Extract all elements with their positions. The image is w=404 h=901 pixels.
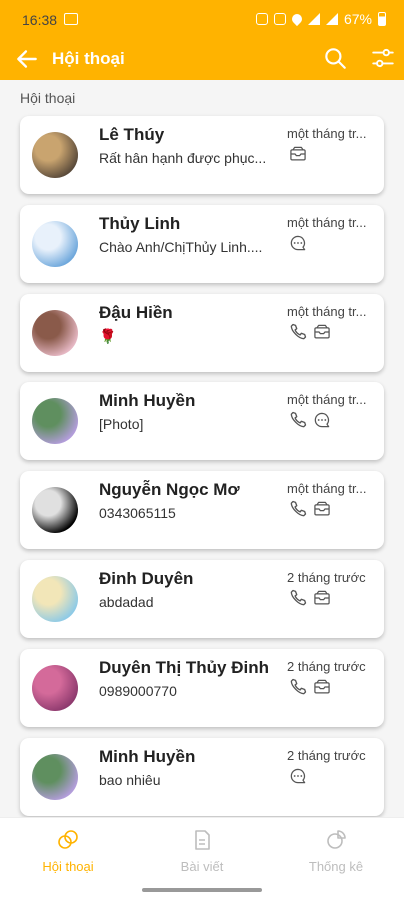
channel-icons	[288, 499, 332, 519]
channel-icons	[288, 588, 332, 608]
avatar	[32, 753, 78, 800]
page-title: Hội thoại	[52, 49, 125, 68]
avatar	[32, 220, 78, 267]
filter-icon[interactable]	[370, 45, 396, 71]
mail-icon	[314, 679, 330, 694]
last-message: 0343065115	[99, 505, 176, 522]
message-time: một tháng tr...	[287, 392, 367, 408]
battery-percent: 67%	[343, 11, 372, 27]
last-message: 🌹	[99, 327, 117, 344]
channel-icons	[288, 410, 332, 430]
message-time: 2 tháng trước	[287, 658, 366, 674]
phone-icon	[290, 412, 307, 428]
last-message: Chào Anh/ChịThủy Linh....	[99, 238, 263, 255]
conversation-item[interactable]: Đinh Duyên abdadad 2 tháng trước	[20, 559, 384, 638]
gallery-notification-icon	[64, 13, 78, 25]
conversation-item[interactable]: Duyên Thị Thủy Đinh 0989000770 2 tháng trư…	[20, 648, 384, 727]
contact-name: Duyên Thị Thủy Đinh	[99, 657, 269, 677]
phone-icon	[290, 678, 307, 695]
message-time: một tháng tr...	[287, 303, 367, 319]
message-time: một tháng tr...	[287, 126, 367, 141]
contact-name: Nguyễn Ngọc Mơ	[99, 480, 240, 500]
mail-icon	[314, 590, 330, 605]
phone-icon	[290, 589, 307, 606]
contact-name: Thủy Linh	[99, 213, 181, 233]
nav-tab-conversations[interactable]: Hội thoại	[8, 826, 128, 876]
back-arrow-icon[interactable]	[14, 46, 40, 72]
contact-name: Lê Thúy	[99, 125, 165, 144]
avatar	[32, 309, 78, 356]
nav-label: Thống kê	[308, 859, 364, 874]
nav-tab-posts[interactable]: Bài viết	[142, 826, 262, 876]
phone-icon	[290, 501, 307, 517]
avatar	[32, 132, 78, 178]
message-time: một tháng tr...	[287, 481, 367, 497]
document-icon	[195, 830, 210, 850]
avatar	[32, 398, 78, 445]
contact-name: Đậu Hiền	[99, 302, 173, 322]
conversation-item[interactable]: Thủy Linh Chào Anh/ChịThủy Linh.... một th…	[20, 204, 384, 283]
mail-icon	[314, 501, 330, 516]
last-message: [Photo]	[99, 416, 144, 433]
contact-name: Đinh Duyên	[99, 568, 194, 588]
contact-name: Minh Huyền	[99, 746, 196, 766]
message-time: 2 tháng trước	[287, 569, 366, 585]
avatar	[32, 487, 78, 534]
status-time: 16:38	[22, 12, 58, 28]
home-indicator	[142, 888, 262, 892]
mail-icon	[290, 146, 306, 161]
message-time: một tháng tr...	[287, 214, 367, 230]
conversation-item[interactable]: Lê Thúy Rất hân hạnh được phục... một thán…	[20, 116, 384, 194]
conversation-item[interactable]: Minh Huyền [Photo] một tháng tr...	[20, 382, 384, 461]
section-label: Hội thoại	[20, 90, 76, 106]
conversation-item[interactable]: Minh Huyền bao nhiêu 2 tháng trước	[20, 737, 384, 816]
chat-bubbles-icon	[58, 830, 78, 849]
nav-tab-statistics[interactable]: Thống kê	[276, 826, 396, 876]
message-time: 2 tháng trước	[287, 747, 366, 763]
contact-name: Minh Huyền	[99, 391, 196, 411]
channel-icons	[288, 322, 332, 342]
pie-chart-icon	[327, 830, 346, 849]
chat-icon	[290, 235, 306, 251]
wifi-icon	[307, 13, 320, 25]
last-message: Rất hân hạnh được phục...	[99, 150, 267, 166]
alarm-icon	[255, 13, 268, 25]
channel-icons	[288, 677, 332, 697]
last-message: abdadad	[99, 593, 154, 610]
channel-icons	[288, 233, 308, 253]
last-message: 0989000770	[99, 682, 177, 699]
battery-icon	[378, 12, 386, 26]
mail-icon	[314, 324, 330, 339]
chat-icon	[290, 768, 306, 783]
channel-icons	[288, 766, 308, 786]
app-bar: Hội thoại	[0, 38, 404, 80]
avatar	[32, 575, 78, 622]
location-icon	[289, 11, 305, 27]
chat-icon	[314, 413, 330, 428]
status-icons: 67%	[255, 11, 386, 27]
mute-icon	[273, 13, 286, 25]
conversation-item[interactable]: Đậu Hiền 🌹 một tháng tr...	[20, 293, 384, 372]
conversation-item[interactable]: Nguyễn Ngọc Mơ 0343065115 một tháng tr...	[20, 471, 384, 550]
avatar	[32, 664, 78, 711]
nav-label: Bài viết	[180, 859, 224, 874]
nav-label: Hội thoại	[42, 859, 94, 874]
channel-icons	[288, 144, 308, 164]
signal-icon	[325, 13, 338, 25]
phone-icon	[290, 323, 307, 339]
last-message: bao nhiêu	[99, 771, 161, 788]
status-bar: 16:38 67%	[0, 0, 404, 38]
search-icon[interactable]	[322, 45, 348, 71]
conversation-list: Lê Thúy Rất hân hạnh được phục... một thán…	[20, 116, 384, 826]
